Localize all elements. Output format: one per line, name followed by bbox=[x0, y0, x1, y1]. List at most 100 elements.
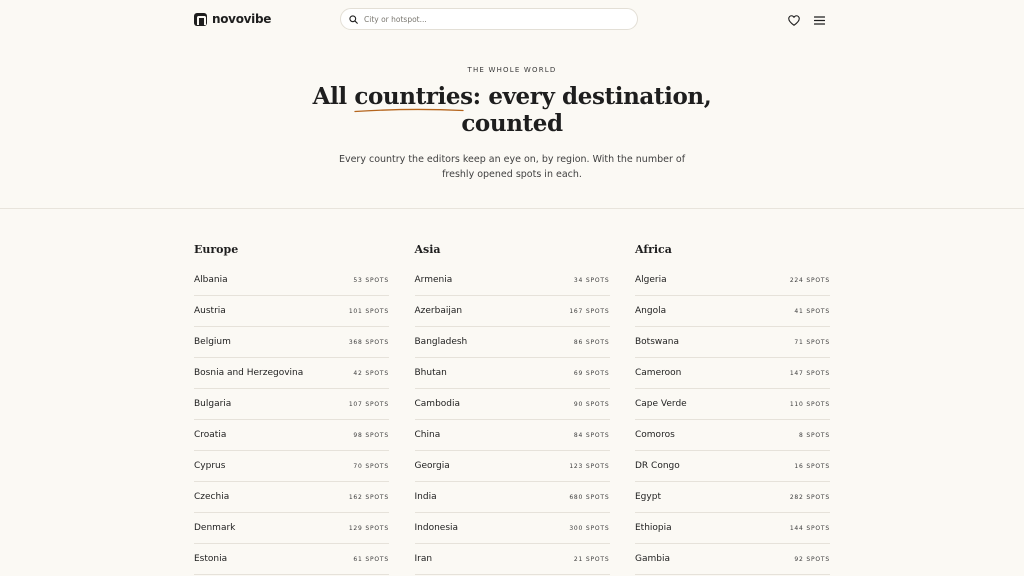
country-row[interactable]: Estonia 61 SPOTS bbox=[194, 544, 389, 575]
country-name: DR Congo bbox=[635, 461, 680, 471]
spots-count: 680 SPOTS bbox=[569, 493, 610, 501]
country-row[interactable]: Bhutan 69 SPOTS bbox=[414, 358, 610, 389]
spots-count: 92 SPOTS bbox=[794, 555, 830, 563]
country-name: Azerbaijan bbox=[414, 306, 463, 316]
favorites-button[interactable] bbox=[787, 13, 801, 27]
country-name: Cape Verde bbox=[635, 399, 687, 409]
spots-count: 147 SPOTS bbox=[789, 369, 830, 377]
country-name: Belgium bbox=[194, 337, 231, 347]
country-name: Bhutan bbox=[414, 368, 447, 378]
country-name: Austria bbox=[194, 306, 226, 316]
country-name: China bbox=[414, 430, 441, 440]
country-row[interactable]: Gambia 92 SPOTS bbox=[635, 544, 830, 575]
title-bold-all: All bbox=[312, 83, 348, 110]
country-name: Albania bbox=[194, 275, 228, 285]
country-row[interactable]: Armenia 34 SPOTS bbox=[414, 265, 610, 296]
top-bar: novovibe bbox=[0, 0, 1024, 40]
country-name: Angola bbox=[635, 306, 667, 316]
spots-count: 167 SPOTS bbox=[569, 307, 610, 315]
search-bar[interactable] bbox=[340, 8, 638, 30]
brand-name: novovibe bbox=[212, 12, 272, 26]
country-name: Egypt bbox=[635, 492, 661, 502]
country-row[interactable]: Comoros 8 SPOTS bbox=[635, 420, 830, 451]
spots-count: 368 SPOTS bbox=[348, 338, 389, 346]
region-title: Asia bbox=[414, 243, 441, 256]
search-input[interactable] bbox=[364, 14, 614, 24]
country-row[interactable]: Egypt 282 SPOTS bbox=[635, 482, 830, 513]
search-icon bbox=[349, 14, 358, 24]
spots-count: 86 SPOTS bbox=[573, 338, 610, 346]
country-row[interactable]: Cambodia 90 SPOTS bbox=[414, 389, 610, 420]
spots-count: 282 SPOTS bbox=[789, 493, 830, 501]
country-row[interactable]: Bulgaria 107 SPOTS bbox=[194, 389, 389, 420]
spots-count: 129 SPOTS bbox=[348, 524, 389, 532]
spots-count: 110 SPOTS bbox=[789, 400, 830, 408]
country-row[interactable]: Belgium 368 SPOTS bbox=[194, 327, 389, 358]
country-row[interactable]: Georgia 123 SPOTS bbox=[414, 451, 610, 482]
country-name: Denmark bbox=[194, 523, 236, 533]
spots-count: 123 SPOTS bbox=[569, 462, 610, 470]
country-name: Cambodia bbox=[414, 399, 461, 409]
country-row[interactable]: Iran 21 SPOTS bbox=[414, 544, 610, 575]
country-row[interactable]: Indonesia 300 SPOTS bbox=[414, 513, 610, 544]
page-title: All countries: every destination, counte… bbox=[0, 83, 1024, 137]
spots-count: 34 SPOTS bbox=[573, 276, 610, 284]
country-row[interactable]: Denmark 129 SPOTS bbox=[194, 513, 389, 544]
country-row[interactable]: Angola 41 SPOTS bbox=[635, 296, 830, 327]
region-title: Africa bbox=[635, 243, 672, 256]
hero-section: THE WHOLE WORLD All countries: every des… bbox=[0, 66, 1024, 182]
country-row[interactable]: Algeria 224 SPOTS bbox=[635, 265, 830, 296]
section-divider bbox=[0, 208, 1024, 209]
spots-count: 41 SPOTS bbox=[794, 307, 830, 315]
country-name: India bbox=[414, 492, 437, 502]
country-row[interactable]: Cameroon 147 SPOTS bbox=[635, 358, 830, 389]
country-name: Estonia bbox=[194, 554, 228, 564]
eyebrow-label: THE WHOLE WORLD bbox=[467, 66, 557, 74]
country-name: Botswana bbox=[635, 337, 679, 347]
country-row[interactable]: Bosnia and Herzegovina 42 SPOTS bbox=[194, 358, 389, 389]
country-row[interactable]: Cyprus 70 SPOTS bbox=[194, 451, 389, 482]
country-name: Armenia bbox=[414, 275, 453, 285]
country-row[interactable]: India 680 SPOTS bbox=[414, 482, 610, 513]
spots-count: 71 SPOTS bbox=[794, 338, 830, 346]
title-rest-line-2: counted bbox=[461, 110, 563, 137]
country-row[interactable]: Bangladesh 86 SPOTS bbox=[414, 327, 610, 358]
country-row[interactable]: Austria 101 SPOTS bbox=[194, 296, 389, 327]
spots-count: 300 SPOTS bbox=[569, 524, 610, 532]
country-name: Bulgaria bbox=[194, 399, 232, 409]
hamburger-menu-icon bbox=[813, 15, 825, 25]
spots-count: 162 SPOTS bbox=[348, 493, 389, 501]
spots-count: 53 SPOTS bbox=[353, 276, 389, 284]
country-row[interactable]: Azerbaijan 167 SPOTS bbox=[414, 296, 610, 327]
country-row[interactable]: Ethiopia 144 SPOTS bbox=[635, 513, 830, 544]
underline-swash-icon bbox=[354, 108, 465, 113]
country-row[interactable]: Botswana 71 SPOTS bbox=[635, 327, 830, 358]
country-name: Czechia bbox=[194, 492, 230, 502]
country-name: Croatia bbox=[194, 430, 227, 440]
menu-button[interactable] bbox=[812, 13, 826, 27]
spots-count: 8 SPOTS bbox=[799, 431, 830, 439]
country-name: Cameroon bbox=[635, 368, 682, 378]
country-name: Bangladesh bbox=[414, 337, 468, 347]
country-row[interactable]: Cape Verde 110 SPOTS bbox=[635, 389, 830, 420]
country-name: Comoros bbox=[635, 430, 675, 440]
title-bold-countries: countries bbox=[354, 83, 473, 113]
country-name: Bosnia and Herzegovina bbox=[194, 368, 304, 378]
country-row[interactable]: Albania 53 SPOTS bbox=[194, 265, 389, 296]
spots-count: 42 SPOTS bbox=[353, 369, 389, 377]
spots-count: 69 SPOTS bbox=[573, 369, 610, 377]
country-row[interactable]: China 84 SPOTS bbox=[414, 420, 610, 451]
spots-count: 107 SPOTS bbox=[348, 400, 389, 408]
country-row[interactable]: DR Congo 16 SPOTS bbox=[635, 451, 830, 482]
country-name: Georgia bbox=[414, 461, 450, 471]
spots-count: 70 SPOTS bbox=[353, 462, 389, 470]
country-name: Cyprus bbox=[194, 461, 226, 471]
country-row[interactable]: Croatia 98 SPOTS bbox=[194, 420, 389, 451]
country-row[interactable]: Czechia 162 SPOTS bbox=[194, 482, 389, 513]
region-column-europe: Europe Albania 53 SPOTS Austria 101 SPOTS … bbox=[194, 243, 389, 575]
hero-description: Every country the editors keep an eye on… bbox=[338, 154, 686, 180]
region-column-asia: Asia Armenia 34 SPOTS Azerbaijan 167 SPOTS… bbox=[414, 243, 610, 575]
country-name: Indonesia bbox=[414, 523, 459, 533]
region-column-africa: Africa Algeria 224 SPOTS Angola 41 SPOTS B… bbox=[635, 243, 830, 575]
brand-logo[interactable]: novovibe bbox=[194, 12, 271, 26]
